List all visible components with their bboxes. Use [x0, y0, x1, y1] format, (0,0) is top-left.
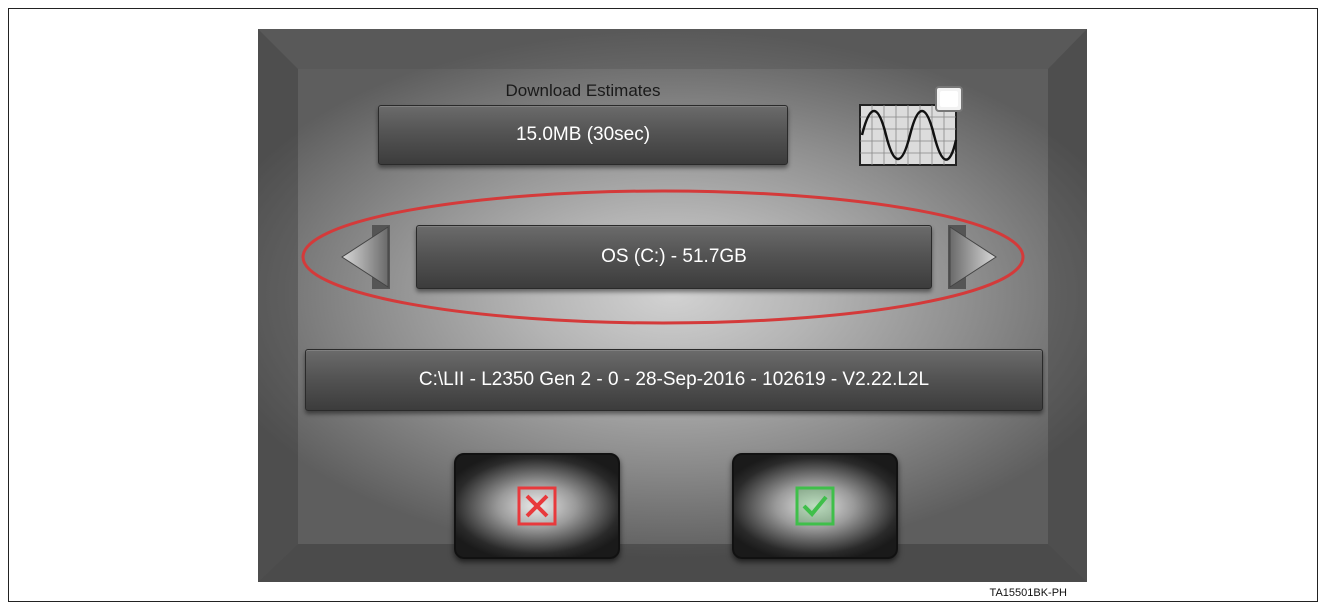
figure-caption: TA15501BK-PH — [989, 587, 1067, 599]
download-estimate-value: 15.0MB (30sec) — [378, 105, 788, 165]
file-path-field[interactable]: C:\LII - L2350 Gen 2 - 0 - 28-Sep-2016 -… — [305, 349, 1043, 411]
drive-selector[interactable]: OS (C:) - 51.7GB — [416, 225, 932, 289]
cancel-button[interactable] — [454, 453, 620, 559]
figure-frame: Download Estimates 15.0MB (30sec) OS (C:… — [8, 8, 1318, 602]
checkmark-icon — [795, 486, 835, 526]
confirm-button[interactable] — [732, 453, 898, 559]
left-arrow-icon[interactable] — [338, 225, 390, 289]
x-icon — [517, 486, 557, 526]
right-arrow-icon[interactable] — [948, 225, 1000, 289]
waveform-icon[interactable] — [858, 85, 966, 169]
download-screen: Download Estimates 15.0MB (30sec) OS (C:… — [258, 29, 1087, 582]
download-estimates-label: Download Estimates — [505, 81, 661, 100]
